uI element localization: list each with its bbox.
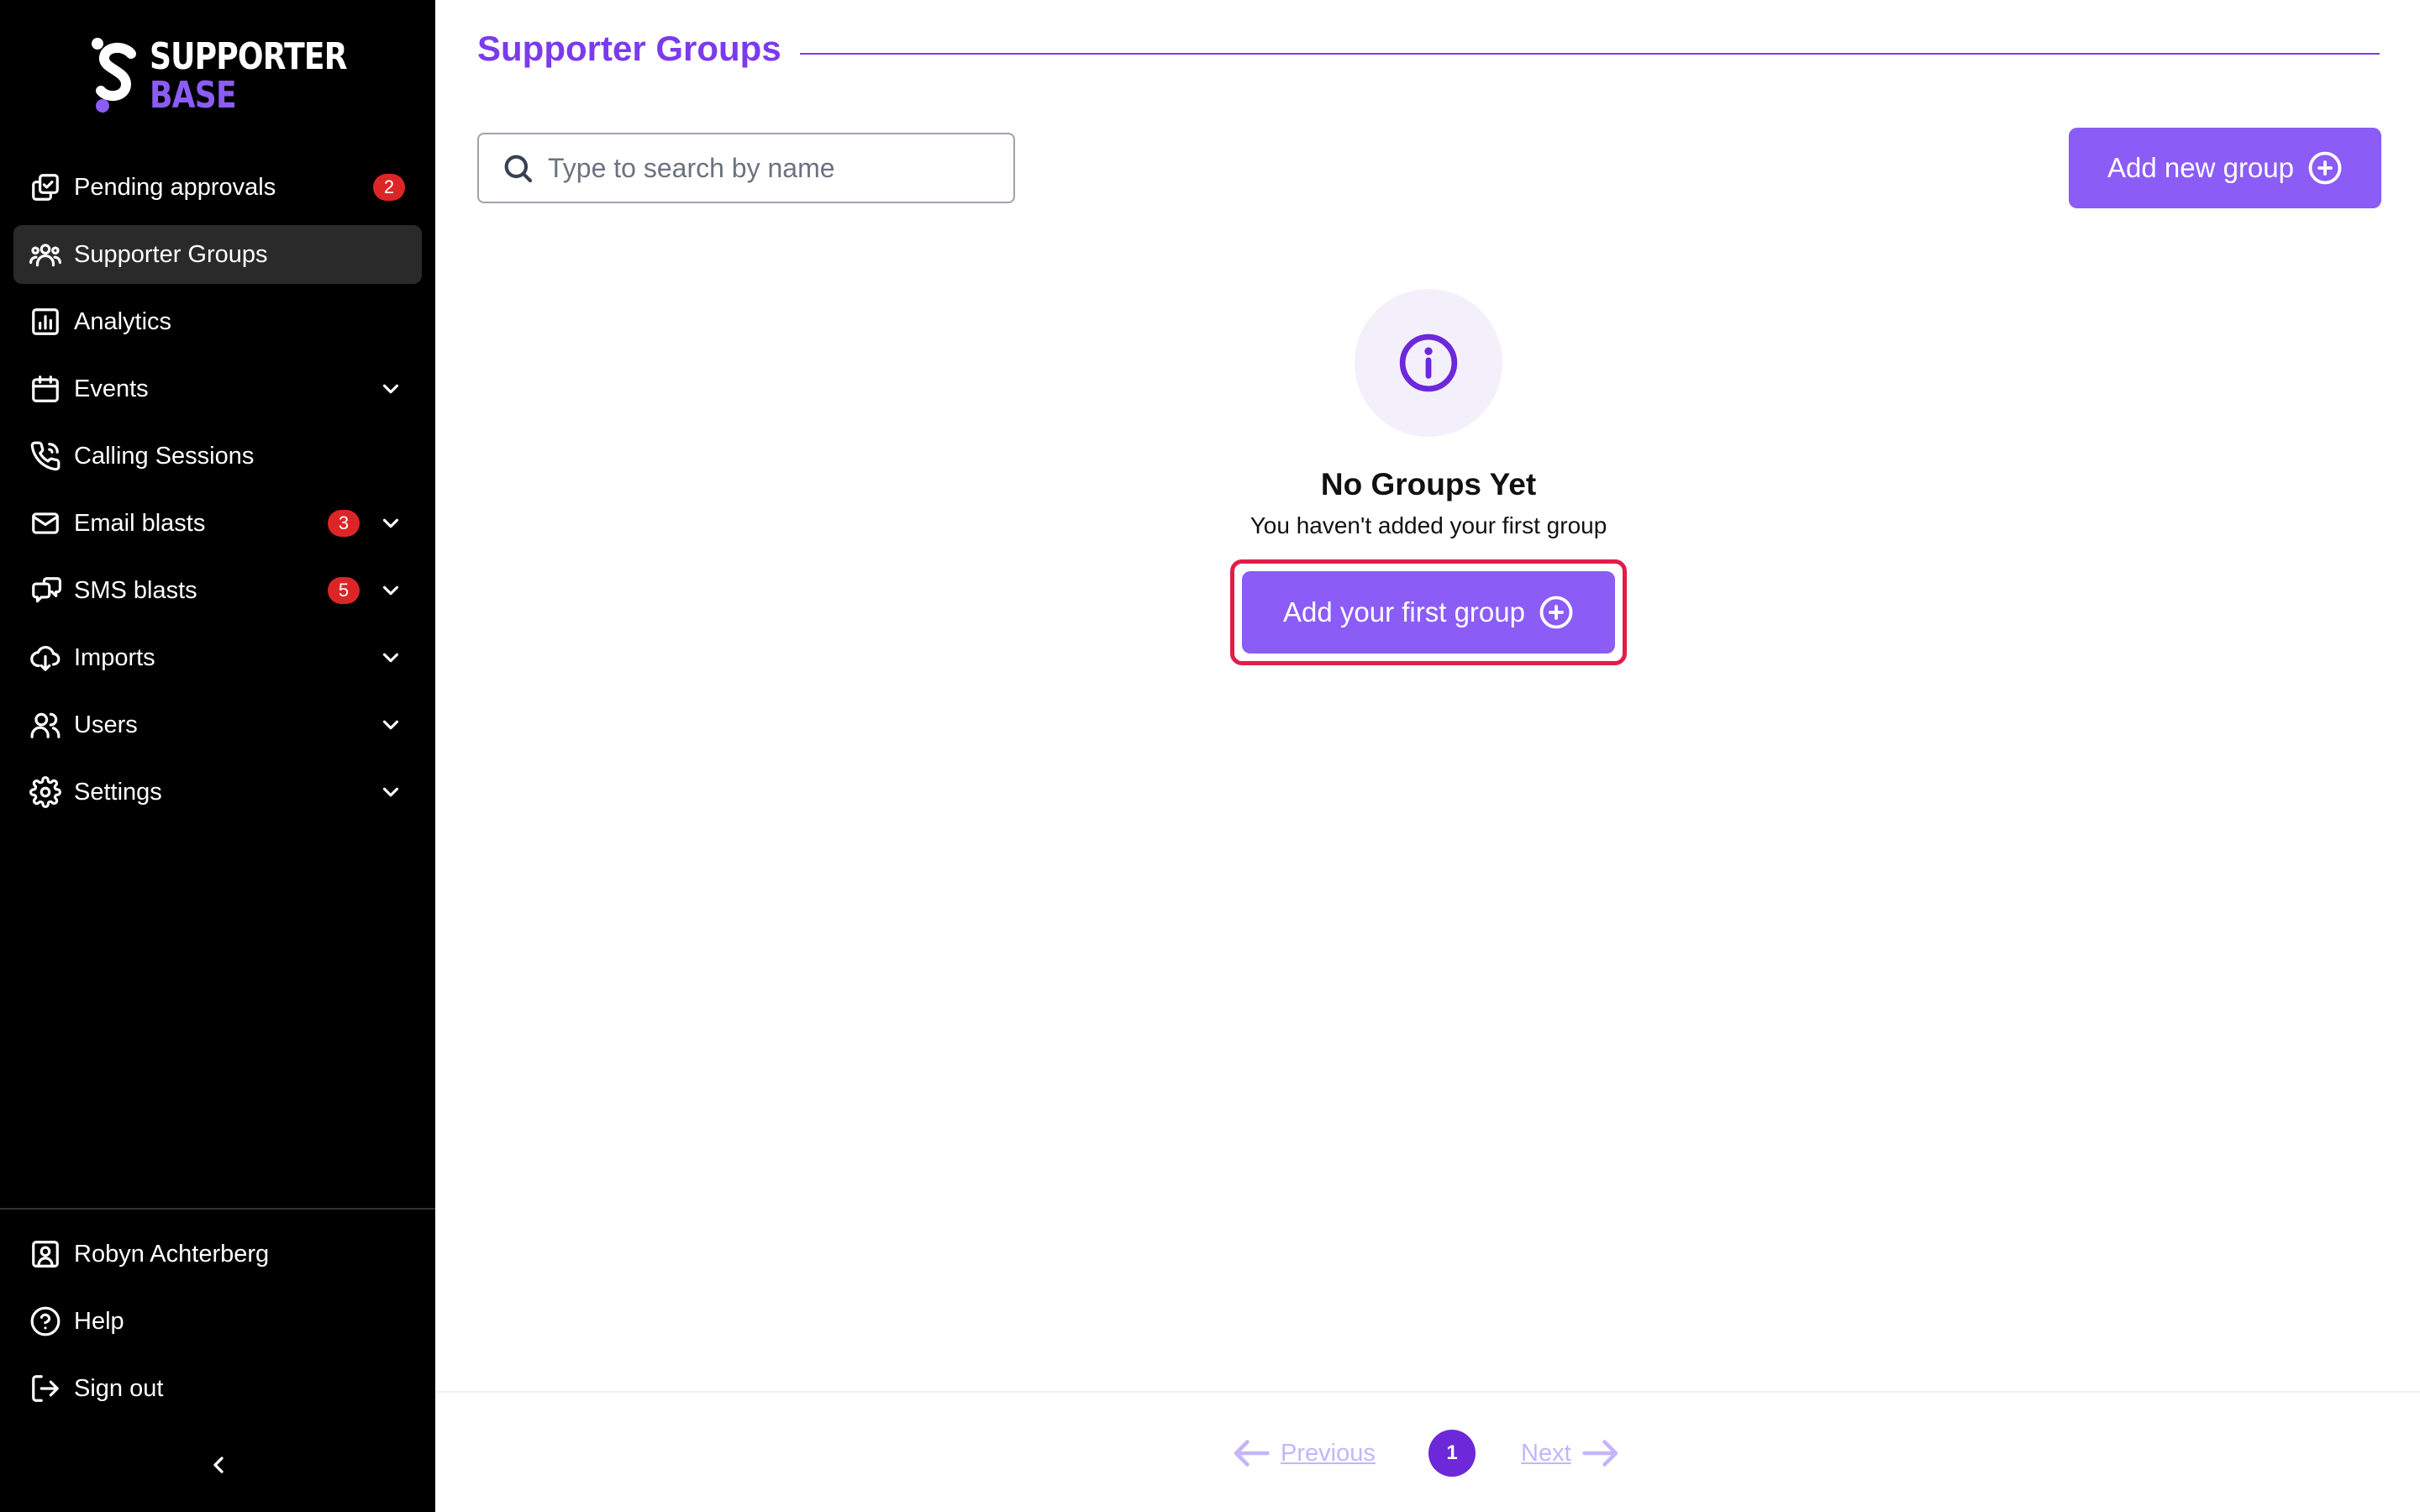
next-label: Next xyxy=(1521,1439,1571,1467)
sidebar-item-label: Help xyxy=(74,1307,124,1335)
sidebar-item-supporter-groups[interactable]: Supporter Groups xyxy=(13,225,422,284)
page-title: Supporter Groups xyxy=(477,29,781,68)
sidebar-item-label: Analytics xyxy=(74,307,172,335)
next-page-button[interactable]: Next xyxy=(1521,1438,1620,1468)
import-icon xyxy=(29,641,62,675)
sidebar-item-label: Imports xyxy=(74,643,155,671)
sidebar-item-sign-out[interactable]: Sign out xyxy=(13,1359,422,1418)
email-count-badge: 3 xyxy=(328,510,360,537)
search-box[interactable] xyxy=(477,133,1015,203)
logo-s-mark-icon xyxy=(92,38,136,113)
info-icon xyxy=(1399,333,1458,392)
add-first-group-button[interactable]: Add your first group xyxy=(1242,571,1615,654)
users-icon xyxy=(29,708,62,742)
sidebar-item-events[interactable]: Events xyxy=(13,360,422,418)
empty-state-title: No Groups Yet xyxy=(1320,467,1537,501)
collapse-sidebar-button[interactable] xyxy=(205,1452,232,1478)
logo-word-base: BASE xyxy=(150,74,237,117)
sidebar-item-label: Settings xyxy=(74,778,162,806)
sidebar-item-settings[interactable]: Settings xyxy=(13,763,422,822)
sidebar: SUPPORTER BASE Pending approvals 2 Suppo… xyxy=(0,0,435,1512)
chevron-down-icon[interactable] xyxy=(378,645,403,670)
main-content: Supporter Groups Add new group No Groups… xyxy=(435,0,2420,1512)
analytics-icon xyxy=(29,305,62,339)
sidebar-item-pending-approvals[interactable]: Pending approvals 2 xyxy=(13,158,422,217)
sidebar-item-email-blasts[interactable]: Email blasts 3 xyxy=(13,494,422,553)
previous-page-button[interactable]: Previous xyxy=(1232,1438,1376,1468)
previous-label: Previous xyxy=(1281,1439,1376,1467)
calendar-icon xyxy=(29,372,62,406)
add-new-group-button[interactable]: Add new group xyxy=(2069,128,2381,208)
sidebar-item-label: Pending approvals xyxy=(74,173,276,201)
mail-icon xyxy=(29,507,62,540)
user-profile-icon xyxy=(29,1237,62,1271)
sidebar-item-users[interactable]: Users xyxy=(13,696,422,754)
plus-circle-icon xyxy=(1539,596,1573,629)
chevron-down-icon[interactable] xyxy=(378,376,403,402)
sidebar-item-profile[interactable]: Robyn Achterberg xyxy=(13,1225,422,1284)
help-icon xyxy=(29,1305,62,1338)
sidebar-item-analytics[interactable]: Analytics xyxy=(13,292,422,351)
sms-icon xyxy=(29,574,62,607)
sidebar-item-sms-blasts[interactable]: SMS blasts 5 xyxy=(13,561,422,620)
pending-count-badge: 2 xyxy=(373,174,405,201)
chevron-down-icon[interactable] xyxy=(378,578,403,603)
sign-out-icon xyxy=(29,1372,62,1405)
logo-word-supporter: SUPPORTER xyxy=(150,35,347,78)
sidebar-item-label: SMS blasts xyxy=(74,576,197,604)
arrow-right-icon xyxy=(1581,1440,1618,1467)
arrow-left-icon xyxy=(1234,1440,1270,1467)
sidebar-item-label: Events xyxy=(74,375,149,402)
sidebar-item-label: Users xyxy=(74,711,138,738)
sidebar-item-label: Sign out xyxy=(74,1374,164,1402)
phone-icon xyxy=(29,439,62,473)
chevron-down-icon[interactable] xyxy=(378,712,403,738)
sidebar-item-label: Supporter Groups xyxy=(74,240,268,268)
page-number-current[interactable]: 1 xyxy=(1428,1430,1476,1477)
search-icon xyxy=(504,155,533,183)
chevron-down-icon[interactable] xyxy=(378,511,403,536)
chevron-down-icon[interactable] xyxy=(378,780,403,805)
sidebar-bottom-nav: Robyn Achterberg Help Sign out xyxy=(13,1225,422,1426)
info-icon-circle xyxy=(1355,289,1502,437)
title-divider xyxy=(800,53,2380,55)
sidebar-item-help[interactable]: Help xyxy=(13,1292,422,1351)
empty-state-subtitle: You haven't added your first group xyxy=(1249,512,1607,538)
add-new-group-label: Add new group xyxy=(2107,152,2294,183)
sidebar-item-label: Email blasts xyxy=(74,509,206,537)
pagination: Previous 1 Next xyxy=(435,1391,2420,1512)
sidebar-item-label: Robyn Achterberg xyxy=(74,1240,270,1268)
gear-icon xyxy=(29,775,62,809)
chevron-left-icon xyxy=(213,1457,224,1473)
sidebar-nav: Pending approvals 2 Supporter Groups Ana… xyxy=(13,158,422,830)
add-first-group-label: Add your first group xyxy=(1283,596,1525,627)
sidebar-item-label: Calling Sessions xyxy=(74,442,255,470)
sidebar-divider xyxy=(0,1208,435,1210)
plus-circle-icon xyxy=(2308,151,2342,185)
sms-count-badge: 5 xyxy=(328,577,360,604)
supporter-base-logo[interactable]: SUPPORTER BASE xyxy=(87,35,356,117)
sidebar-item-imports[interactable]: Imports xyxy=(13,628,422,687)
sidebar-item-calling-sessions[interactable]: Calling Sessions xyxy=(13,427,422,486)
groups-icon xyxy=(29,238,62,271)
search-input[interactable] xyxy=(548,152,985,184)
approvals-icon xyxy=(29,171,62,204)
